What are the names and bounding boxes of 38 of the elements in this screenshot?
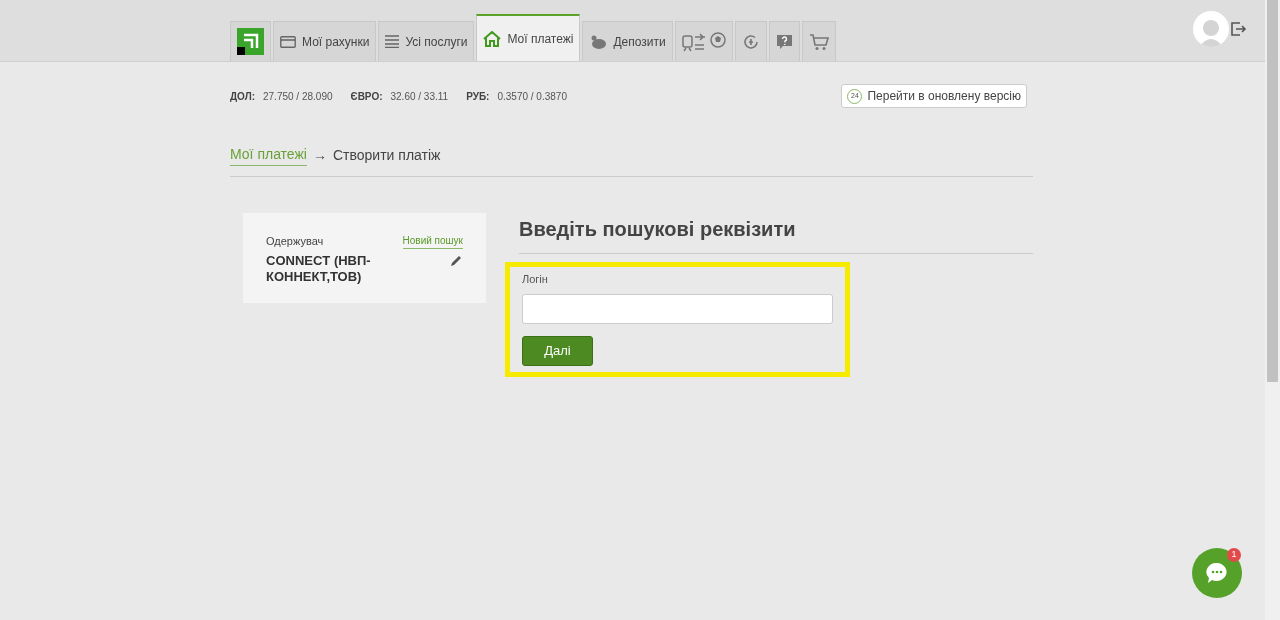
ball-icon [709, 31, 726, 48]
icon-tab[interactable] [768, 21, 800, 61]
currency-label: ДОЛ: [230, 89, 255, 104]
chat-button[interactable] [1192, 548, 1242, 598]
logout-icon[interactable] [1231, 21, 1247, 36]
icon-tab[interactable] [801, 21, 836, 61]
exchange-rate: 32.60 / 33.11 [390, 89, 449, 104]
list-icon [385, 35, 400, 48]
recipient-label: Одержувач [266, 234, 325, 249]
next-button[interactable]: Далі [522, 335, 593, 366]
exchange-rate: 27.750 / 28.090 [263, 89, 333, 104]
help-icon [775, 33, 793, 50]
refresh-icon [741, 32, 760, 51]
card-icon [280, 35, 296, 48]
form-title: Введіть пошукові реквізити [519, 214, 1033, 254]
logo-tab[interactable] [230, 21, 271, 61]
notification-badge: 1 [1227, 548, 1241, 562]
breadcrumb-current: Створити платіж [333, 145, 441, 165]
nav-tab[interactable]: Усі послуги [378, 21, 475, 61]
login-input[interactable] [522, 293, 833, 324]
scrollbar[interactable] [1265, 0, 1280, 620]
exchange-rate: 0.3570 / 0.3870 [497, 89, 567, 104]
cart-icon [808, 32, 829, 51]
field-label: Логін [522, 272, 549, 287]
icon-tab[interactable] [674, 21, 733, 61]
nav-tab[interactable]: Мої рахунки [273, 21, 377, 61]
currency-label: РУБ: [466, 89, 490, 104]
icon-tab[interactable] [734, 21, 767, 61]
recipient-name: CONNECT (НВП-КОННЕКТ,ТОВ) [266, 252, 372, 285]
breadcrumb-separator: → [313, 145, 327, 165]
chat-bubble-icon [1205, 562, 1229, 584]
currency-label: ЄВРО: [350, 89, 383, 104]
home-icon [483, 30, 502, 47]
bank-logo-icon [237, 28, 264, 55]
nav-tab[interactable]: Мої платежі [476, 14, 581, 61]
train-plane-icon [681, 31, 706, 52]
pencil-icon[interactable] [450, 254, 463, 267]
nav-tab[interactable]: Депозити [582, 21, 673, 61]
